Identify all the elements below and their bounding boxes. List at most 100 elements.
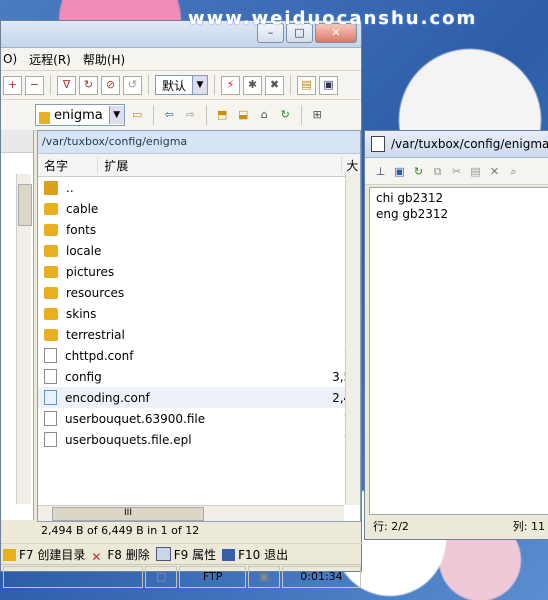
remote-vertical-scrollbar[interactable] <box>345 175 360 505</box>
address-bar: enigma ▼ ▭ ⇦ ⇨ ⬒ ⬓ ⌂ ↻ ⊞ <box>1 100 361 131</box>
file-name: userbouquet.63900.file <box>65 411 206 426</box>
file-icon <box>44 432 57 447</box>
file-name: terrestrial <box>66 327 125 342</box>
toolbar-separator <box>148 75 149 95</box>
transfer-mode-value: 默认 <box>162 78 187 93</box>
list-item-encoding-conf[interactable]: encoding.conf2,4! <box>38 387 360 408</box>
list-item-locale[interactable]: locale <box>38 240 360 261</box>
save-icon[interactable]: ▣ <box>392 164 407 179</box>
scrollbar-thumb[interactable]: III <box>52 507 204 521</box>
editor-title-bar[interactable]: /var/tuxbox/config/enigma <box>365 131 548 158</box>
parent-dir-icon <box>44 180 58 195</box>
editor-line: chi gb2312 <box>376 191 444 205</box>
list-item-chttpd-conf[interactable]: chttpd.conf1! <box>38 345 360 366</box>
folder-icon <box>44 307 58 320</box>
reload-icon[interactable]: ↻ <box>411 164 426 179</box>
toolbar-separator <box>205 105 207 125</box>
selection-status: 2,494 B of 6,449 B in 1 of 12 <box>41 524 200 537</box>
find-icon[interactable]: ⌕ <box>506 164 521 179</box>
fkey-f9[interactable]: F9 属性 <box>155 546 216 563</box>
list-item-userbouquets[interactable]: userbouquets.file.epl1! <box>38 429 360 450</box>
back-arrow-icon[interactable]: ⇦ <box>161 107 178 124</box>
plus-icon[interactable]: + <box>3 75 22 95</box>
list-item-pictures[interactable]: pictures <box>38 261 360 282</box>
connect-icon[interactable]: ⚡ <box>221 75 241 95</box>
column-header: 名字 扩展 大 <box>38 154 360 177</box>
transfer-mode-select[interactable]: 默认 ▼ <box>155 75 209 95</box>
file-name: chttpd.conf <box>65 348 134 363</box>
tree-icon[interactable]: ⊞ <box>309 107 326 124</box>
file-icon <box>44 369 57 384</box>
fkey-f7-label: F7 创建目录 <box>19 547 86 562</box>
exit-icon <box>222 548 236 561</box>
file-icon <box>44 390 57 405</box>
file-name: skins <box>66 306 97 321</box>
new-session-icon[interactable]: ✱ <box>243 75 263 95</box>
pin-icon[interactable]: ⊥ <box>373 164 388 179</box>
editor-text-area[interactable]: chi gb2312 eng gb2312 <box>369 187 548 515</box>
stop-icon[interactable]: ⊘ <box>101 75 120 95</box>
menu-item-help[interactable]: 帮助(H) <box>83 51 125 68</box>
column-size[interactable]: 大 <box>342 157 360 174</box>
delete-icon: ✕ <box>91 549 102 564</box>
file-name: resources <box>66 285 125 300</box>
local-scrollbar[interactable] <box>16 174 32 504</box>
home-icon[interactable]: ⌂ <box>256 107 273 124</box>
lock-icon: ▢ <box>145 566 178 588</box>
list-item-cable[interactable]: cable <box>38 198 360 219</box>
list-item-userbouquet[interactable]: userbouquet.63900.file1! <box>38 408 360 429</box>
forward-arrow-icon[interactable]: ⇨ <box>182 107 199 124</box>
file-name: userbouquets.file.epl <box>65 432 192 447</box>
folder-icon <box>44 265 58 278</box>
parent-folder-icon[interactable]: ⬒ <box>214 107 231 124</box>
minus-icon[interactable]: − <box>25 75 44 95</box>
sync-icon[interactable]: ↻ <box>79 75 98 95</box>
queue-icon[interactable]: ▤ <box>297 75 317 95</box>
watermark: www.weiduocanshu.com <box>188 8 478 29</box>
menu-item-remote[interactable]: 远程(R) <box>29 51 71 68</box>
list-item-terrestrial[interactable]: terrestrial <box>38 324 360 345</box>
list-item-config[interactable]: config3,5! <box>38 366 360 387</box>
open-folder-icon[interactable]: ▭ <box>129 107 146 124</box>
file-list: .. cable fonts locale pictures resources… <box>38 177 360 450</box>
cut-icon[interactable]: ✂ <box>449 164 464 179</box>
folder-select[interactable]: enigma ▼ <box>35 104 125 126</box>
menu-item-o[interactable]: O) <box>3 52 17 66</box>
local-pane <box>1 130 34 520</box>
toolbar-separator <box>152 105 154 125</box>
refresh-icon[interactable]: ↺ <box>123 75 142 95</box>
fkey-f8[interactable]: ✕ F8 删除 <box>91 546 149 563</box>
toolbar-separator <box>300 105 302 125</box>
ftp-main-window: – □ ✕ O) 远程(R) 帮助(H) + − ∇ ↻ ⊘ ↺ 默认 ▼ ⚡ … <box>0 20 363 588</box>
copy-icon[interactable]: ⧉ <box>430 164 445 179</box>
fkey-f10[interactable]: F10 退出 <box>222 546 288 563</box>
fkey-f10-label: F10 退出 <box>238 547 289 562</box>
document-icon <box>371 136 385 152</box>
toolbar-separator <box>290 75 292 95</box>
column-ext[interactable]: 扩展 <box>98 156 343 174</box>
remote-pane: /var/tuxbox/config/enigma 名字 扩展 大 .. cab… <box>37 130 361 522</box>
list-item-resources[interactable]: resources <box>38 282 360 303</box>
folder-select-value: enigma <box>36 108 109 124</box>
list-item-skins[interactable]: skins <box>38 303 360 324</box>
file-name: cable <box>66 201 99 216</box>
disconnect-icon[interactable]: ✖ <box>265 75 285 95</box>
chevron-down-icon: ▼ <box>108 106 124 124</box>
save-icon[interactable]: ▣ <box>319 75 339 95</box>
delete-icon[interactable]: ✕ <box>487 164 502 179</box>
scrollbar-thumb[interactable] <box>18 184 32 226</box>
editor-title: /var/tuxbox/config/enigma <box>391 137 548 151</box>
editor-col-label: 列: 11 <box>512 520 545 533</box>
toolbar-separator <box>50 75 51 95</box>
column-name[interactable]: 名字 <box>38 156 99 174</box>
list-item-fonts[interactable]: fonts <box>38 219 360 240</box>
list-item-up[interactable]: .. <box>38 177 360 198</box>
root-folder-icon[interactable]: ⬓ <box>235 107 252 124</box>
status-cell-empty <box>3 566 144 588</box>
remote-horizontal-scrollbar[interactable]: III <box>38 505 344 521</box>
filter-icon[interactable]: ∇ <box>57 75 76 95</box>
refresh-icon[interactable]: ↻ <box>277 107 294 124</box>
fkey-f7[interactable]: F7 创建目录 <box>3 546 85 563</box>
file-name: encoding.conf <box>65 390 150 405</box>
paste-icon[interactable]: ▤ <box>468 164 483 179</box>
